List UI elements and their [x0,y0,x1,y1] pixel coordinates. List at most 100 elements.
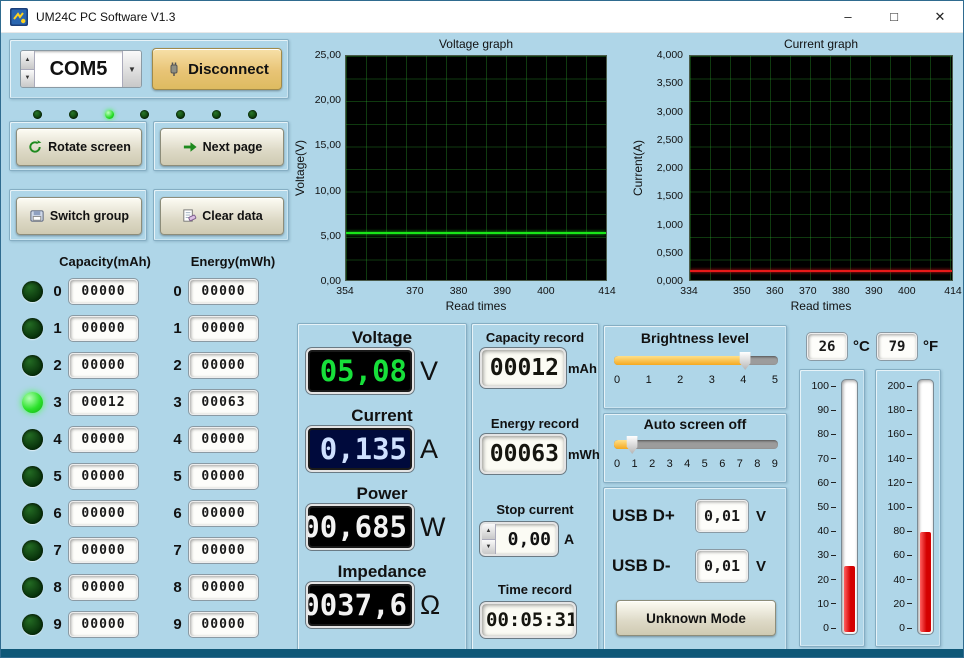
celsius-mercury [844,566,855,632]
close-button[interactable]: ✕ [917,1,963,32]
brightness-slider[interactable] [614,352,778,370]
group-led[interactable] [22,355,43,376]
stop-current-down-button[interactable]: ▼ [482,540,495,555]
fahrenheit-thermometer: 200180160140120100806040200 [875,369,941,647]
capacity-record-unit: mAh [568,348,597,388]
stop-current-input[interactable]: ▲ ▼ 0,00 [480,522,558,556]
mode-button[interactable]: Unknown Mode [616,600,776,636]
group-led[interactable] [22,577,43,598]
group-led[interactable] [22,503,43,524]
records-panel: Capacity record 00012 mAh Energy record … [471,323,599,653]
brightness-fill [614,356,745,365]
group-led[interactable] [22,318,43,339]
brightness-ticks: 012345 [614,374,778,386]
status-led [33,110,42,119]
switch-group-panel: Switch group [9,189,147,241]
celsius-scale-tick: 10 [817,598,836,610]
current-graph-xlabel: Read times [689,299,953,313]
next-page-button[interactable]: Next page [160,128,284,166]
voltage-series-line [346,232,606,234]
celsius-unit: °C [853,333,870,360]
group-row: 2 00000 2 00000 [9,347,289,384]
port-up-button[interactable]: ▲ [21,51,34,70]
stop-current-up-button[interactable]: ▲ [482,524,495,540]
usb-dplus-unit: V [756,500,766,532]
clear-data-button[interactable]: Clear data [160,197,284,235]
maximize-button[interactable]: □ [871,1,917,32]
current-label: Current [298,406,466,426]
fahrenheit-value: 79 [889,339,906,355]
minimize-button[interactable]: – [825,1,871,32]
usb-dplus-label: USB D+ [612,500,675,532]
status-led [69,110,78,119]
disconnect-button[interactable]: Disconnect [152,48,282,90]
next-page-label: Next page [203,140,263,154]
x-axis-tick: 370 [406,285,424,297]
current-plot-area [689,55,953,281]
group-led[interactable] [22,466,43,487]
led-strip [33,109,257,119]
group-led[interactable] [22,429,43,450]
time-record-label: Time record [472,582,598,597]
current-display: 0,135 [306,426,414,472]
switch-group-label: Switch group [50,209,129,223]
celsius-scale-tick: 70 [817,453,836,465]
y-axis-tick: 20,00 [315,94,341,106]
time-record-display: 00:05:31 [480,602,576,638]
voltage-graph-xlabel: Read times [345,299,607,313]
brightness-track[interactable] [614,356,778,365]
group-led[interactable] [22,540,43,561]
auto-screen-off-slider[interactable] [614,436,778,454]
auto-screen-off-tick-label: 0 [614,458,620,470]
brightness-tick-label: 2 [677,374,683,386]
group-led[interactable] [22,392,43,413]
capacity-row-index: 3 [49,394,66,411]
group-row: 8 00000 8 00000 [9,569,289,606]
capacity-row-index: 8 [49,579,66,596]
fahrenheit-scale-tick: 160 [887,428,912,440]
dropdown-arrow-icon[interactable]: ▼ [122,51,141,87]
voltage-graph-ylabel: Voltage(V) [293,55,307,281]
x-axis-tick: 350 [733,285,751,297]
rotate-screen-button[interactable]: Rotate screen [16,128,142,166]
capacity-value: 00000 [69,279,138,304]
voltage-graph-title: Voltage graph [345,37,607,51]
group-row: 4 00000 4 00000 [9,421,289,458]
com-port-select[interactable]: ▲ ▼ COM5 ▼ [20,50,142,88]
auto-screen-off-label: Auto screen off [604,416,786,432]
rotate-screen-panel: Rotate screen [9,121,147,171]
group-row: 5 00000 5 00000 [9,458,289,495]
capacity-value: 00000 [69,612,138,637]
capacity-row-index: 2 [49,357,66,374]
capacity-record-value: 00012 [490,355,559,381]
group-led[interactable] [22,614,43,635]
energy-row-index: 0 [169,283,186,300]
time-record-value: 00:05:31 [486,609,576,631]
eraser-page-icon [181,208,197,224]
power-unit: W [420,504,466,550]
switch-group-button[interactable]: Switch group [16,197,142,235]
port-down-button[interactable]: ▼ [21,70,34,88]
energy-value: 00000 [189,427,258,452]
energy-row-index: 3 [169,394,186,411]
stop-current-label: Stop current [472,502,598,517]
voltage-unit: V [420,348,466,394]
current-graph-xticks: 334350360370380390400414 [689,285,953,298]
disconnect-label: Disconnect [188,61,269,78]
rotate-icon [27,139,43,155]
auto-screen-off-handle[interactable] [627,436,638,454]
y-axis-tick: 2,500 [657,134,683,146]
brightness-handle[interactable] [740,352,751,370]
fahrenheit-scale-tick: 40 [893,574,912,586]
auto-screen-off-track[interactable] [614,440,778,449]
group-led[interactable] [22,281,43,302]
status-led [212,110,221,119]
voltage-value: 05,08 [320,354,407,388]
next-page-panel: Next page [153,121,289,171]
auto-screen-off-tick-label: 5 [702,458,708,470]
power-value: 00,685 [306,510,407,544]
y-axis-tick: 2,000 [657,162,683,174]
impedance-unit: Ω [420,582,466,628]
capacity-record-display: 00012 [480,348,566,388]
energy-value: 00000 [189,316,258,341]
